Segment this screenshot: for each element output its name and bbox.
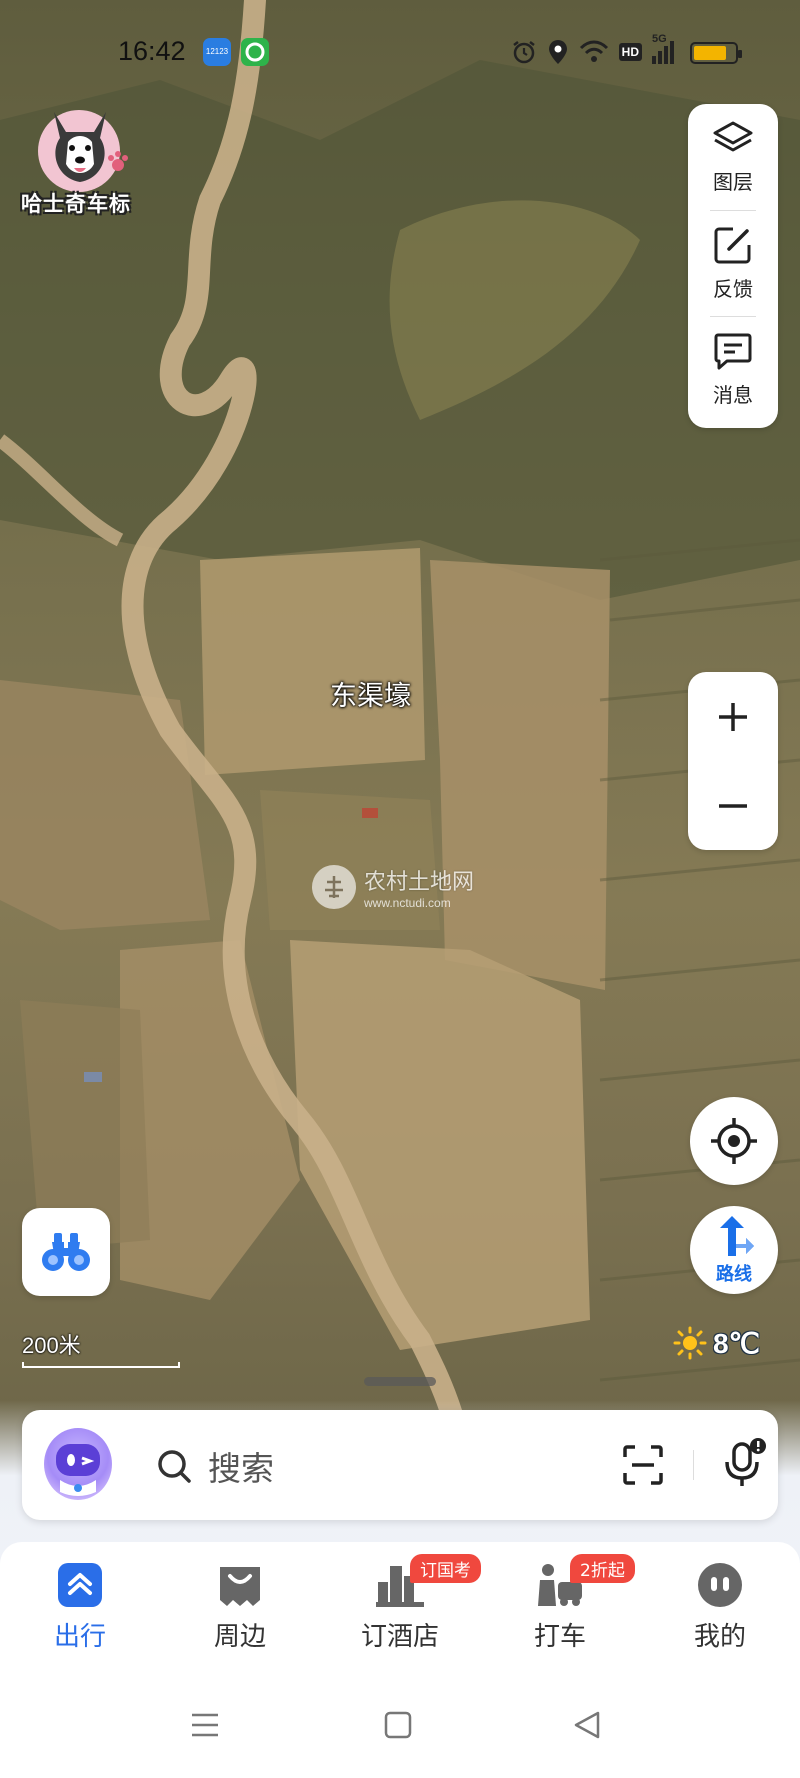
zoom-control	[688, 672, 778, 850]
status-icons: HD 5G	[511, 33, 674, 68]
sun-icon	[673, 1326, 707, 1360]
minus-icon	[719, 803, 747, 808]
nearby-icon	[220, 1567, 260, 1606]
location-pin-icon	[548, 40, 567, 64]
alarm-icon	[512, 41, 535, 64]
plus-icon	[719, 702, 747, 731]
tab-taxi[interactable]: 打车 2折起	[490, 1554, 635, 1653]
watermark: 农村土地网 www.nctudi.com	[312, 864, 474, 910]
hd-icon: HD	[618, 43, 642, 61]
route-arrow-icon	[720, 1216, 754, 1256]
husky-dog-icon	[54, 112, 106, 182]
satellite-map[interactable]	[0, 0, 800, 1500]
profile-icon	[698, 1563, 742, 1607]
place-label[interactable]: 东渠壕	[330, 674, 411, 713]
logo-label: 哈士奇车标	[21, 192, 131, 216]
green-app-icon	[241, 38, 269, 66]
microphone-icon	[725, 1438, 766, 1486]
tab-nearby[interactable]: 周边	[170, 1562, 310, 1653]
map-scale: 200米	[22, 1328, 182, 1368]
system-navigation-bar	[0, 1672, 800, 1778]
scan-icon[interactable]	[622, 1444, 664, 1486]
scale-label: 200米	[22, 1333, 81, 1358]
voice-search-button[interactable]	[722, 1438, 766, 1494]
watermark-title: 农村土地网	[364, 870, 475, 895]
tab-label: 订酒店	[360, 1622, 439, 1652]
route-label: 路线	[716, 1264, 752, 1285]
back-icon[interactable]	[572, 1710, 602, 1740]
route-button[interactable]: 路线	[690, 1206, 778, 1294]
message-icon	[714, 333, 752, 369]
watermark-url: www.nctudi.com	[364, 896, 451, 910]
home-icon[interactable]	[383, 1710, 413, 1740]
tab-hotel[interactable]: 订酒店 订国考	[330, 1554, 481, 1653]
watermark-logo-icon	[312, 865, 356, 909]
layers-label: 图层	[713, 169, 753, 194]
travel-icon	[58, 1563, 102, 1607]
weather-widget[interactable]: 8℃	[673, 1326, 760, 1360]
wifi-icon	[579, 40, 608, 62]
tab-label: 打车	[533, 1622, 586, 1652]
sheet-drag-handle[interactable]	[364, 1377, 436, 1386]
locate-me-button[interactable]	[690, 1097, 778, 1185]
search-bar[interactable]: 搜索	[22, 1410, 778, 1520]
bottom-tab-bar: 出行 周边 订酒店 订国考 打车 2折起 我的	[0, 1542, 800, 1672]
paw-icon	[108, 151, 128, 171]
feedback-edit-icon	[714, 227, 751, 263]
messages-button[interactable]: 消息	[688, 316, 778, 422]
husky-car-logo[interactable]: 哈士奇车标	[16, 104, 136, 220]
tab-label: 出行	[53, 1622, 106, 1652]
weather-temperature: 8℃	[712, 1327, 760, 1359]
status-bar: 16:42 12123 HD 5G	[0, 0, 800, 100]
battery-icon	[690, 42, 742, 64]
12123-app-icon: 12123	[203, 38, 231, 66]
zoom-out-button[interactable]	[688, 761, 778, 850]
layers-icon	[713, 121, 753, 151]
search-icon	[158, 1450, 191, 1483]
robot-icon	[56, 1444, 100, 1496]
signal-5g-icon: 5G	[652, 33, 674, 64]
explore-button[interactable]	[22, 1208, 110, 1296]
hotel-promo-badge: 订国考	[410, 1554, 481, 1583]
feedback-button[interactable]: 反馈	[688, 210, 778, 316]
taxi-promo-badge: 2折起	[570, 1554, 635, 1583]
search-input[interactable]: 搜索	[208, 1442, 274, 1490]
status-time: 16:42	[118, 36, 186, 66]
ai-assistant-avatar[interactable]	[44, 1428, 112, 1500]
binoculars-icon	[42, 1233, 90, 1271]
feedback-label: 反馈	[713, 276, 753, 301]
tab-label: 我的	[693, 1622, 746, 1652]
layers-button[interactable]: 图层	[688, 104, 778, 210]
map-tools-panel: 图层 反馈 消息	[688, 104, 778, 428]
messages-label: 消息	[713, 382, 753, 407]
menu-icon[interactable]	[190, 1710, 220, 1740]
crosshair-icon	[711, 1118, 757, 1164]
tab-travel[interactable]: 出行	[10, 1562, 150, 1653]
tab-label: 周边	[213, 1622, 266, 1652]
divider	[693, 1450, 694, 1480]
zoom-in-button[interactable]	[688, 672, 778, 761]
tab-profile[interactable]: 我的	[650, 1562, 790, 1653]
scale-bar	[22, 1362, 180, 1368]
